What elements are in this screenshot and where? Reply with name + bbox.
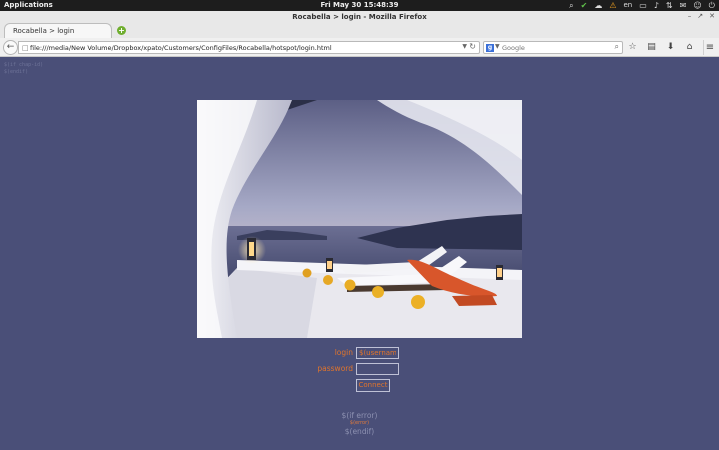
hero-photo (197, 100, 522, 338)
close-icon[interactable]: ✕ (709, 12, 715, 20)
page-icon: □ (22, 44, 29, 52)
login-label: login (334, 348, 353, 357)
system-tray: ⌕ ✔ ☁ ⚠ en ▭ ♪ ⇅ ✉ ☺ ⏻ (569, 0, 715, 11)
user-icon[interactable]: ☺ (693, 0, 701, 11)
power-icon[interactable]: ⏻ (709, 0, 715, 11)
battery-icon[interactable]: ▭ (639, 0, 647, 11)
keyboard-language[interactable]: en (624, 0, 633, 11)
window-title: Rocabella > login - Mozilla Firefox (292, 13, 427, 21)
minimize-icon[interactable]: – (688, 12, 692, 20)
username-input[interactable] (356, 347, 399, 359)
tab-bar: Rocabella > login + (0, 22, 719, 38)
network-icon[interactable]: ⇅ (666, 0, 673, 11)
back-button[interactable]: ← (3, 40, 18, 55)
template-endif-top: $(endif) (4, 69, 29, 75)
tab-rocabella-login[interactable]: Rocabella > login (4, 23, 112, 38)
engine-dropdown-icon[interactable]: ▼ (495, 43, 500, 50)
mail-icon[interactable]: ✉ (680, 0, 687, 11)
top-panel: Applications Fri May 30 15:48:39 ⌕ ✔ ☁ ⚠… (0, 0, 719, 11)
template-chap-block: $(if chap-id) $(endif) (4, 62, 43, 76)
toolbar-icons: ☆ ▤ ⬇ ⌂ (627, 40, 695, 55)
password-input[interactable] (356, 363, 399, 375)
url-bar[interactable]: □ ▼ ↻ (18, 41, 480, 54)
new-tab-button[interactable]: + (117, 26, 126, 35)
navigation-bar: ← □ ▼ ↻ g ▼ ⌕ ☆ ▤ ⬇ ⌂ ≡ (0, 38, 719, 57)
reload-icon[interactable]: ↻ (469, 42, 476, 51)
warning-icon[interactable]: ⚠ (609, 0, 616, 11)
connect-button[interactable]: Connect (356, 379, 390, 392)
cloud-icon[interactable]: ☁ (594, 0, 602, 11)
template-endif: $(endif) (344, 427, 375, 436)
google-engine-icon[interactable]: g (486, 44, 494, 52)
url-input[interactable] (30, 42, 460, 53)
maximize-icon[interactable]: ↗ (697, 12, 703, 20)
window-titlebar: Rocabella > login - Mozilla Firefox – ↗ … (0, 11, 719, 22)
downloads-icon[interactable]: ⬇ (665, 40, 676, 55)
santorini-terrace-image (197, 100, 522, 338)
page-content: $(if chap-id) $(endif) login $(username)… (0, 58, 719, 450)
search-icon[interactable]: ⌕ (569, 0, 573, 11)
history-dropdown-icon[interactable]: ▼ (462, 43, 467, 50)
bookmarks-menu-icon[interactable]: ▤ (646, 40, 657, 55)
home-icon[interactable]: ⌂ (684, 40, 695, 55)
volume-icon[interactable]: ♪ (654, 0, 659, 11)
search-icon[interactable]: ⌕ (615, 42, 619, 52)
search-input[interactable] (502, 42, 602, 53)
template-if-error: $(if error) (341, 411, 378, 420)
hamburger-menu-icon[interactable]: ≡ (703, 40, 716, 55)
error-message: $(error) (349, 420, 370, 426)
password-label: password (317, 364, 353, 373)
bookmark-star-icon[interactable]: ☆ (627, 40, 638, 55)
window-controls: – ↗ ✕ (688, 12, 715, 20)
search-bar[interactable]: g ▼ ⌕ (483, 41, 623, 54)
shield-icon[interactable]: ✔ (581, 0, 588, 11)
template-if-chap: $(if chap-id) (4, 62, 44, 68)
